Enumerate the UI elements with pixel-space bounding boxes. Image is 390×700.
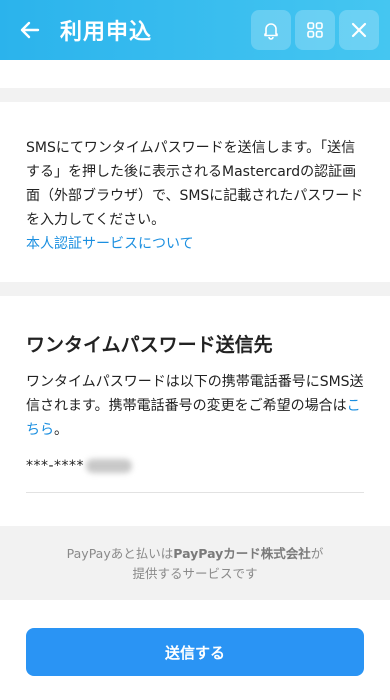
apps-icon <box>307 22 323 38</box>
footer-company: PayPayカード株式会社 <box>173 546 311 561</box>
divider <box>26 492 364 493</box>
phone-number: ***-**** <box>26 458 85 474</box>
otp-info-panel: SMSにてワンタイムパスワードを送信します。「送信する」を押した後に表示されるM… <box>0 102 390 282</box>
destination-description-end: 。 <box>54 422 68 438</box>
masked-phone-blur <box>86 459 133 473</box>
destination-description: ワンタイムパスワードは以下の携帯電話番号にSMS送信されます。携帯電話番号の変更… <box>26 370 364 442</box>
arrow-left-icon <box>20 21 40 39</box>
phone-number-row: ***-**** <box>26 458 133 474</box>
notifications-button[interactable] <box>251 10 291 50</box>
bell-icon <box>264 23 278 40</box>
footer-text-a: あと払いは <box>110 546 174 561</box>
close-icon <box>351 22 367 38</box>
footer-line-1: PayPayあと払いはPayPayカード株式会社が <box>0 544 390 564</box>
identity-service-link[interactable]: 本人認証サービスについて <box>26 232 364 256</box>
bottom-bar: 送信する <box>0 600 390 700</box>
top-panel <box>0 60 390 88</box>
back-button[interactable] <box>0 0 60 60</box>
menu-button[interactable] <box>295 10 335 50</box>
app-header: 利用申込 <box>0 0 390 60</box>
footer-brand: PayPay <box>66 546 111 561</box>
destination-panel: ワンタイムパスワード送信先 ワンタイムパスワードは以下の携帯電話番号にSMS送信… <box>0 296 390 526</box>
otp-description: SMSにてワンタイムパスワードを送信します。「送信する」を押した後に表示されるM… <box>26 140 364 228</box>
submit-button[interactable]: 送信する <box>26 628 364 676</box>
page-title: 利用申込 <box>60 20 153 45</box>
close-button[interactable] <box>339 10 379 50</box>
footer-line-2: 提供するサービスです <box>132 566 258 581</box>
footer-note: PayPayあと払いはPayPayカード株式会社が 提供するサービスです <box>0 544 390 584</box>
section-title: ワンタイムパスワード送信先 <box>26 334 273 356</box>
footer-text-b: が <box>310 546 324 561</box>
destination-description-text: ワンタイムパスワードは以下の携帯電話番号にSMS送信されます。携帯電話番号の変更… <box>26 374 364 414</box>
